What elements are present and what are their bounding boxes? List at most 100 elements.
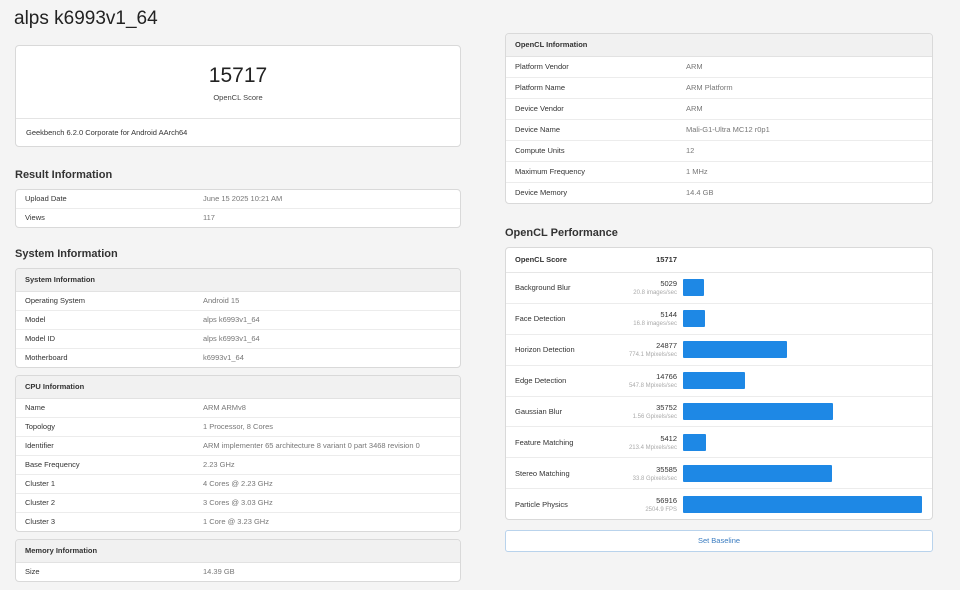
perf-bar [683, 372, 745, 390]
row-value: 14.39 GB [203, 567, 235, 576]
row-key: Operating System [25, 296, 86, 305]
cpu-row: Cluster 3 1 Core @ 3.23 GHz [16, 513, 460, 531]
perf-bar-track [677, 403, 932, 420]
memory-row: Size 14.39 GB [16, 563, 460, 581]
perf-row: Horizon Detection 24877 774.1 Mpixels/sec [506, 335, 932, 366]
row-key: Device Memory [515, 188, 568, 197]
row-key: Platform Name [515, 83, 566, 92]
row-value: ARM Platform [686, 83, 733, 92]
perf-test-name: Stereo Matching [515, 468, 570, 478]
perf-test-name: Gaussian Blur [515, 407, 563, 416]
perf-test-score: 14766 [656, 372, 677, 382]
result-row-upload-date: Upload Date June 15 2025 10:21 AM [16, 190, 460, 209]
row-key: Size [25, 567, 40, 576]
perf-test-score: 35752 [656, 403, 677, 412]
row-key: Cluster 2 [25, 498, 56, 507]
opencl-info-row: Platform Name ARM Platform [506, 78, 932, 99]
opencl-info-row: Device Vendor ARM [506, 99, 932, 120]
result-information-section: Result Information Upload Date June 15 2… [15, 169, 461, 228]
benchmark-version: Geekbench 6.2.0 Corporate for Android AA… [26, 128, 188, 137]
opencl-score-row-label: OpenCL Score [515, 255, 567, 264]
system-row: Model ID alps k6993v1_64 [16, 330, 460, 349]
row-value: 4 Cores @ 2.23 GHz [203, 479, 273, 488]
perf-test-score-cell: 35752 1.56 Gpixels/sec [615, 403, 677, 420]
perf-test-score-cell: 5029 20.8 images/sec [615, 279, 677, 296]
row-key: Model [25, 315, 46, 324]
system-information-heading: System Information [15, 248, 118, 260]
memory-information-table: Memory Information Size 14.39 GB [15, 539, 461, 582]
row-value: 12 [686, 146, 695, 155]
perf-test-rate: 2504.9 FPS [645, 506, 677, 513]
perf-test-score: 5029 [660, 279, 677, 289]
perf-row: Gaussian Blur 35752 1.56 Gpixels/sec [506, 397, 932, 428]
row-value: ARM ARMv8 [203, 403, 246, 412]
cpu-row: Identifier ARM implementer 65 architectur… [16, 437, 460, 456]
row-value: ARM [686, 62, 703, 71]
system-information-header: System Information [16, 269, 460, 292]
cpu-information-table: CPU Information Name ARM ARMv8 Topology 1 … [15, 375, 461, 532]
perf-bar-track [677, 495, 932, 513]
cpu-row: Base Frequency 2.23 GHz [16, 456, 460, 475]
perf-test-name: Feature Matching [515, 437, 574, 447]
perf-bar [683, 403, 834, 420]
row-key: Base Frequency [25, 460, 80, 469]
row-value: alps k6993v1_64 [203, 334, 260, 343]
cpu-information-header: CPU Information [16, 376, 460, 399]
perf-bar-track [677, 279, 932, 297]
opencl-performance-section: OpenCL Performance OpenCL Score 15717 Ba… [505, 227, 933, 553]
perf-test-rate: 1.56 Gpixels/sec [632, 414, 677, 420]
perf-test-rate: 547.8 Mpixels/sec [628, 383, 677, 390]
system-information-section: System Information System Information Op… [15, 248, 461, 582]
score-card: 15717 OpenCL Score Geekbench 6.2.0 Corpo… [15, 45, 461, 147]
perf-rows: Background Blur 5029 20.8 images/sec Face D… [506, 273, 932, 519]
perf-test-score-cell: 24877 774.1 Mpixels/sec [615, 341, 677, 358]
row-key: Maximum Frequency [515, 167, 586, 176]
perf-bar [683, 341, 788, 359]
perf-row: Particle Physics 56916 2504.9 FPS [506, 489, 932, 519]
perf-bar-track [677, 341, 932, 359]
perf-test-score-cell: 5144 16.8 images/sec [615, 310, 677, 327]
system-information-table: System Information Operating System Andro… [15, 268, 461, 368]
left-column: 15717 OpenCL Score Geekbench 6.2.0 Corpo… [15, 45, 461, 582]
row-value: ARM [686, 104, 703, 113]
perf-test-score-cell: 5412 213.4 Mpixels/sec [615, 434, 677, 451]
system-row: Motherboard k6993v1_64 [16, 349, 460, 367]
row-key: Device Vendor [515, 104, 564, 113]
row-key: Cluster 1 [25, 479, 56, 488]
perf-test-rate: 33.8 Gpixels/sec [632, 475, 677, 482]
score-summary: 15717 OpenCL Score [16, 46, 460, 119]
perf-bar [683, 495, 922, 513]
perf-test-rate: 16.8 images/sec [633, 321, 677, 328]
perf-row: Feature Matching 5412 213.4 Mpixels/sec [506, 427, 932, 459]
perf-test-name: Horizon Detection [515, 345, 575, 355]
row-value: Mali-G1-Ultra MC12 r0p1 [686, 125, 770, 134]
perf-bar [683, 464, 833, 482]
cpu-row: Cluster 2 3 Cores @ 3.03 GHz [16, 494, 460, 513]
row-value: 14.4 GB [686, 188, 714, 197]
perf-test-score: 35585 [656, 464, 677, 474]
opencl-info-row: Platform Vendor ARM [506, 57, 932, 78]
row-key: Platform Vendor [515, 62, 569, 71]
opencl-performance-table: OpenCL Score 15717 Background Blur 5029 20… [505, 247, 933, 521]
row-key: Model ID [25, 334, 56, 343]
row-key: Cluster 3 [25, 517, 56, 526]
row-key: Upload Date [25, 194, 67, 203]
perf-test-rate: 774.1 Mpixels/sec [628, 352, 677, 359]
opencl-info-row: Device Name Mali-G1-Ultra MC12 r0p1 [506, 120, 932, 141]
perf-test-score: 56916 [656, 495, 677, 505]
cpu-row: Name ARM ARMv8 [16, 399, 460, 418]
opencl-info-row: Device Memory 14.4 GB [506, 183, 932, 203]
row-value: ARM implementer 65 architecture 8 varian… [203, 441, 420, 450]
perf-test-rate: 213.4 Mpixels/sec [628, 444, 677, 451]
system-row: Operating System Android 15 [16, 292, 460, 311]
row-value: 3 Cores @ 3.03 GHz [203, 498, 273, 507]
row-value: 1 MHz [686, 167, 708, 176]
page-title: alps k6993v1_64 [14, 8, 158, 29]
row-key: Name [25, 403, 46, 412]
set-baseline-button[interactable]: Set Baseline [505, 530, 933, 553]
opencl-info-row: Compute Units 12 [506, 141, 932, 162]
opencl-score-row-value: 15717 [656, 255, 677, 264]
row-key: Motherboard [25, 353, 68, 362]
perf-test-name: Edge Detection [515, 376, 567, 386]
cpu-row: Cluster 1 4 Cores @ 2.23 GHz [16, 475, 460, 494]
